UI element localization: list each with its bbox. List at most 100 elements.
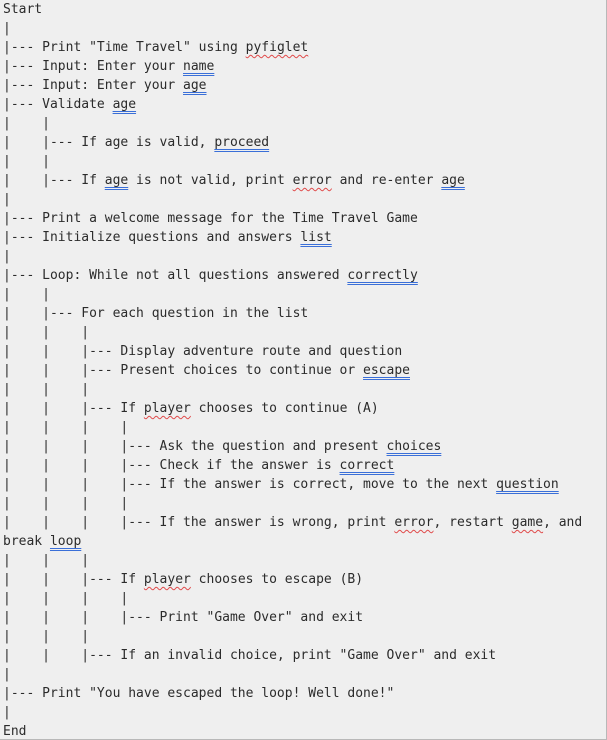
line-text: |--- Print "Time Travel" using <box>3 40 246 55</box>
line-text: |--- Initialize questions and answers <box>3 230 301 245</box>
pseudocode-line: | |--- For each question in the list <box>3 304 582 323</box>
line-text: | <box>3 249 11 264</box>
line-text: | | |--- If <box>3 572 144 587</box>
pseudocode-line: | | | |--- If the answer is correct, mov… <box>3 475 582 494</box>
line-text: | <box>3 21 11 36</box>
pseudocode-line: |--- Initialize questions and answers li… <box>3 228 582 247</box>
line-text: is not valid, print <box>128 173 293 188</box>
pseudocode-line: End <box>3 722 582 739</box>
line-text: | | <box>3 287 50 302</box>
grammar-flag-word: age <box>112 97 137 112</box>
pseudocode-line: | | | <box>3 627 582 646</box>
grammar-flag-word: correct <box>339 458 395 473</box>
line-text: | | |--- Present choices to continue or <box>3 363 364 378</box>
pseudocode-line: break loop <box>3 532 582 551</box>
grammar-flag-word: age <box>441 173 465 188</box>
grammar-flag-word: choices <box>386 439 442 454</box>
line-text: | | | <box>3 382 90 397</box>
grammar-flag-word: name <box>183 59 215 74</box>
pseudocode-line: |--- Input: Enter your age <box>3 76 582 95</box>
pseudocode-line: |--- Print a welcome message for the Tim… <box>3 209 582 228</box>
pseudocode-line: | <box>3 703 582 722</box>
pseudocode-line: |--- Loop: While not all questions answe… <box>3 266 582 285</box>
pseudocode-line: | | <box>3 285 582 304</box>
line-text: |--- Input: Enter your <box>3 59 184 74</box>
pseudocode-line: | |--- If age is valid, proceed <box>3 133 582 152</box>
spelling-flag-word: error <box>292 173 332 188</box>
line-text: | | | | <box>3 496 129 511</box>
line-text: | | |--- If an invalid choice, print "Ga… <box>3 648 497 663</box>
grammar-flag-word: list <box>300 230 332 245</box>
pseudocode-line: | <box>3 19 582 38</box>
grammar-flag-word: question <box>496 477 559 492</box>
line-text: Start <box>3 2 43 17</box>
line-text: |--- Loop: While not all questions answe… <box>3 268 348 283</box>
line-text: | | | <box>3 629 90 644</box>
grammar-flag-word: age <box>104 173 129 188</box>
line-text: , restart <box>433 515 512 530</box>
grammar-flag-word: proceed <box>214 135 270 150</box>
line-text: | | | |--- If the answer is wrong, print <box>3 515 395 530</box>
line-text: | | | <box>3 325 90 340</box>
pseudocode-line: | | |--- If an invalid choice, print "Ga… <box>3 646 582 665</box>
pseudocode-line: | | | |--- Print "Game Over" and exit <box>3 608 582 627</box>
line-text: chooses to escape (B) <box>190 572 364 587</box>
pseudocode-line: | | | |--- If the answer is wrong, print… <box>3 513 582 532</box>
grammar-flag-word: escape <box>363 363 410 378</box>
line-text: | <box>3 705 11 720</box>
flowchart-text-panel: Start | |--- Print "Time Travel" using pyf… <box>0 0 607 740</box>
line-text: chooses to continue (A) <box>190 401 379 416</box>
line-text: | | <box>3 116 50 131</box>
line-text: | | | |--- If the answer is correct, mov… <box>3 477 497 492</box>
line-text: |--- Validate <box>3 97 113 112</box>
pseudocode-line: | | | |--- Check if the answer is correc… <box>3 456 582 475</box>
spelling-flag-word: player <box>143 572 191 587</box>
line-text: |--- Print a welcome message for the Tim… <box>3 211 418 226</box>
line-text: break <box>3 534 50 549</box>
line-text: | | |--- Display adventure route and que… <box>3 344 403 359</box>
pseudocode-line: | | | |--- Ask the question and present … <box>3 437 582 456</box>
line-text: and re-enter <box>331 173 442 188</box>
line-text: | |--- If <box>3 173 105 188</box>
pseudocode-line: | <box>3 190 582 209</box>
pseudocode-line: |--- Print "Time Travel" using pyfiglet <box>3 38 582 57</box>
spelling-flag-word: error <box>394 515 434 530</box>
line-text: |--- Print "You have escaped the loop! W… <box>3 686 395 701</box>
grammar-flag-word: correctly <box>347 268 418 283</box>
pseudocode-line: | | |--- If player chooses to escape (B) <box>3 570 582 589</box>
line-text: |--- Input: Enter your <box>3 78 184 93</box>
line-text: | <box>3 667 11 682</box>
line-text: | <box>3 192 11 207</box>
line-text: | | |--- If <box>3 401 144 416</box>
pseudocode-line: |--- Validate age <box>3 95 582 114</box>
pseudocode-line: | | | | <box>3 418 582 437</box>
pseudocode-line: | | | <box>3 551 582 570</box>
grammar-flag-word: loop <box>49 534 82 549</box>
spelling-flag-word: game <box>511 515 544 530</box>
line-text: | | <box>3 154 50 169</box>
pseudocode-line: | | |--- If player chooses to continue (… <box>3 399 582 418</box>
line-text: | |--- For each question in the list <box>3 306 309 321</box>
pseudocode-line: | | |--- Present choices to continue or … <box>3 361 582 380</box>
pseudocode-line: |--- Input: Enter your name <box>3 57 582 76</box>
pseudocode-line: | | | | <box>3 494 582 513</box>
pseudocode-line: | | <box>3 114 582 133</box>
line-text: | | | | <box>3 591 129 606</box>
line-text: | | | |--- Check if the answer is <box>3 458 340 473</box>
pseudocode-line: | | | <box>3 323 582 342</box>
grammar-flag-word: age <box>183 78 207 93</box>
line-text: | | | | <box>3 420 129 435</box>
pseudocode-line: | <box>3 665 582 684</box>
pseudocode-line: | | |--- Display adventure route and que… <box>3 342 582 361</box>
pseudocode-line: | <box>3 247 582 266</box>
pseudocode-line: | | | | <box>3 589 582 608</box>
pseudocode-line: | | <box>3 152 582 171</box>
pseudocode-line: | | | <box>3 380 582 399</box>
line-text: | |--- If age is valid, <box>3 135 215 150</box>
spelling-flag-word: pyfiglet <box>245 40 309 55</box>
pseudocode-lines: Start | |--- Print "Time Travel" using pyf… <box>3 0 582 739</box>
spelling-flag-word: player <box>143 401 191 416</box>
line-text: | | | |--- Print "Game Over" and exit <box>3 610 364 625</box>
line-text: | | | <box>3 553 90 568</box>
pseudocode-line: | |--- If age is not valid, print error … <box>3 171 582 190</box>
